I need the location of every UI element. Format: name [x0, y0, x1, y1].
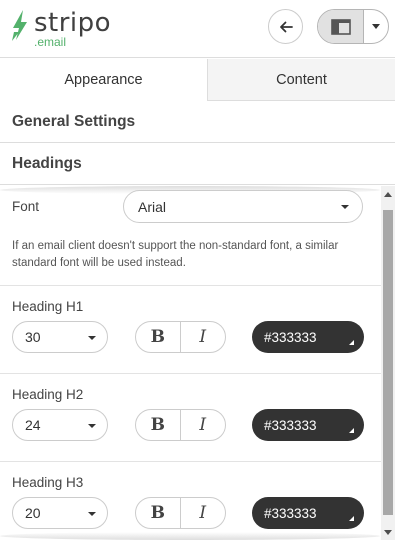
heading-h3-color-picker[interactable]: #333333: [252, 497, 364, 529]
settings-tabs: Appearance Content: [0, 59, 395, 101]
stripo-logo[interactable]: stripo .email: [10, 6, 120, 52]
heading-h2-color-value: #333333: [264, 417, 317, 433]
tab-appearance[interactable]: Appearance: [0, 59, 208, 101]
heading-h1-bold-button[interactable]: B: [136, 322, 181, 352]
logo-suffix: .email: [34, 35, 67, 49]
font-hint-text: If an email client doesn't support the n…: [12, 240, 339, 269]
scroll-shadow-bottom: [0, 532, 380, 540]
app-header: stripo .email: [0, 0, 395, 58]
scroll-up-button[interactable]: [381, 187, 395, 201]
heading-h3-size-select[interactable]: 20: [12, 497, 108, 529]
heading-h1-style-group: B I: [135, 321, 226, 353]
heading-h3-row: Heading H3 20 B I #333333: [0, 462, 381, 540]
chevron-down-icon: [88, 336, 96, 340]
scrollbar-thumb[interactable]: [383, 210, 393, 515]
stripo-logo-mark-icon: [12, 10, 27, 41]
heading-h2-size-value: 24: [25, 417, 41, 433]
heading-h1-row: Heading H1 30 B I #333333: [0, 286, 381, 374]
back-button[interactable]: [268, 9, 303, 44]
chevron-down-icon: [88, 424, 96, 428]
chevron-down-icon: [341, 205, 349, 209]
section-general-settings[interactable]: General Settings: [0, 101, 395, 143]
chevron-down-icon: [88, 512, 96, 516]
heading-h1-size-value: 30: [25, 329, 41, 345]
heading-h2-label: Heading H2: [12, 387, 84, 402]
headings-settings-panel: Font Arial If an email client doesn't su…: [0, 186, 395, 540]
logo-wordmark: stripo: [34, 8, 112, 38]
layout-toggle-button[interactable]: [318, 10, 364, 43]
heading-h1-label: Heading H1: [12, 299, 84, 314]
tab-content[interactable]: Content: [208, 59, 395, 101]
heading-h2-italic-button[interactable]: I: [181, 410, 226, 440]
heading-h3-style-group: B I: [135, 497, 226, 529]
heading-h2-style-group: B I: [135, 409, 226, 441]
heading-h3-italic-button[interactable]: I: [181, 498, 226, 528]
section-headings[interactable]: Headings: [0, 143, 395, 185]
heading-h1-italic-button[interactable]: I: [181, 322, 226, 352]
arrow-left-icon: [279, 21, 293, 32]
caret-down-icon: [372, 24, 380, 29]
heading-h2-row: Heading H2 24 B I #333333: [0, 374, 381, 462]
heading-h3-size-value: 20: [25, 505, 41, 521]
heading-h2-bold-button[interactable]: B: [136, 410, 181, 440]
font-label: Font: [12, 199, 40, 214]
vertical-scrollbar[interactable]: [381, 186, 395, 540]
layout-switcher: [317, 9, 389, 44]
caret-down-icon: [384, 529, 392, 535]
heading-h1-color-value: #333333: [264, 329, 317, 345]
layout-dropdown-button[interactable]: [364, 10, 388, 43]
resize-corner-icon: [349, 516, 354, 521]
layout-panel-icon: [330, 18, 351, 35]
heading-h1-color-picker[interactable]: #333333: [252, 321, 364, 353]
heading-h3-bold-button[interactable]: B: [136, 498, 181, 528]
font-select-value: Arial: [138, 198, 167, 215]
heading-h1-size-select[interactable]: 30: [12, 321, 108, 353]
heading-h2-size-select[interactable]: 24: [12, 409, 108, 441]
scroll-down-button[interactable]: [381, 525, 395, 539]
heading-h2-color-picker[interactable]: #333333: [252, 409, 364, 441]
resize-corner-icon: [349, 340, 354, 345]
heading-h3-color-value: #333333: [264, 505, 317, 521]
resize-corner-icon: [349, 428, 354, 433]
caret-up-icon: [384, 191, 392, 197]
heading-h3-label: Heading H3: [12, 475, 84, 490]
font-select[interactable]: Arial: [123, 190, 363, 223]
editor-panel: stripo .email Appearance Content General…: [0, 0, 395, 540]
